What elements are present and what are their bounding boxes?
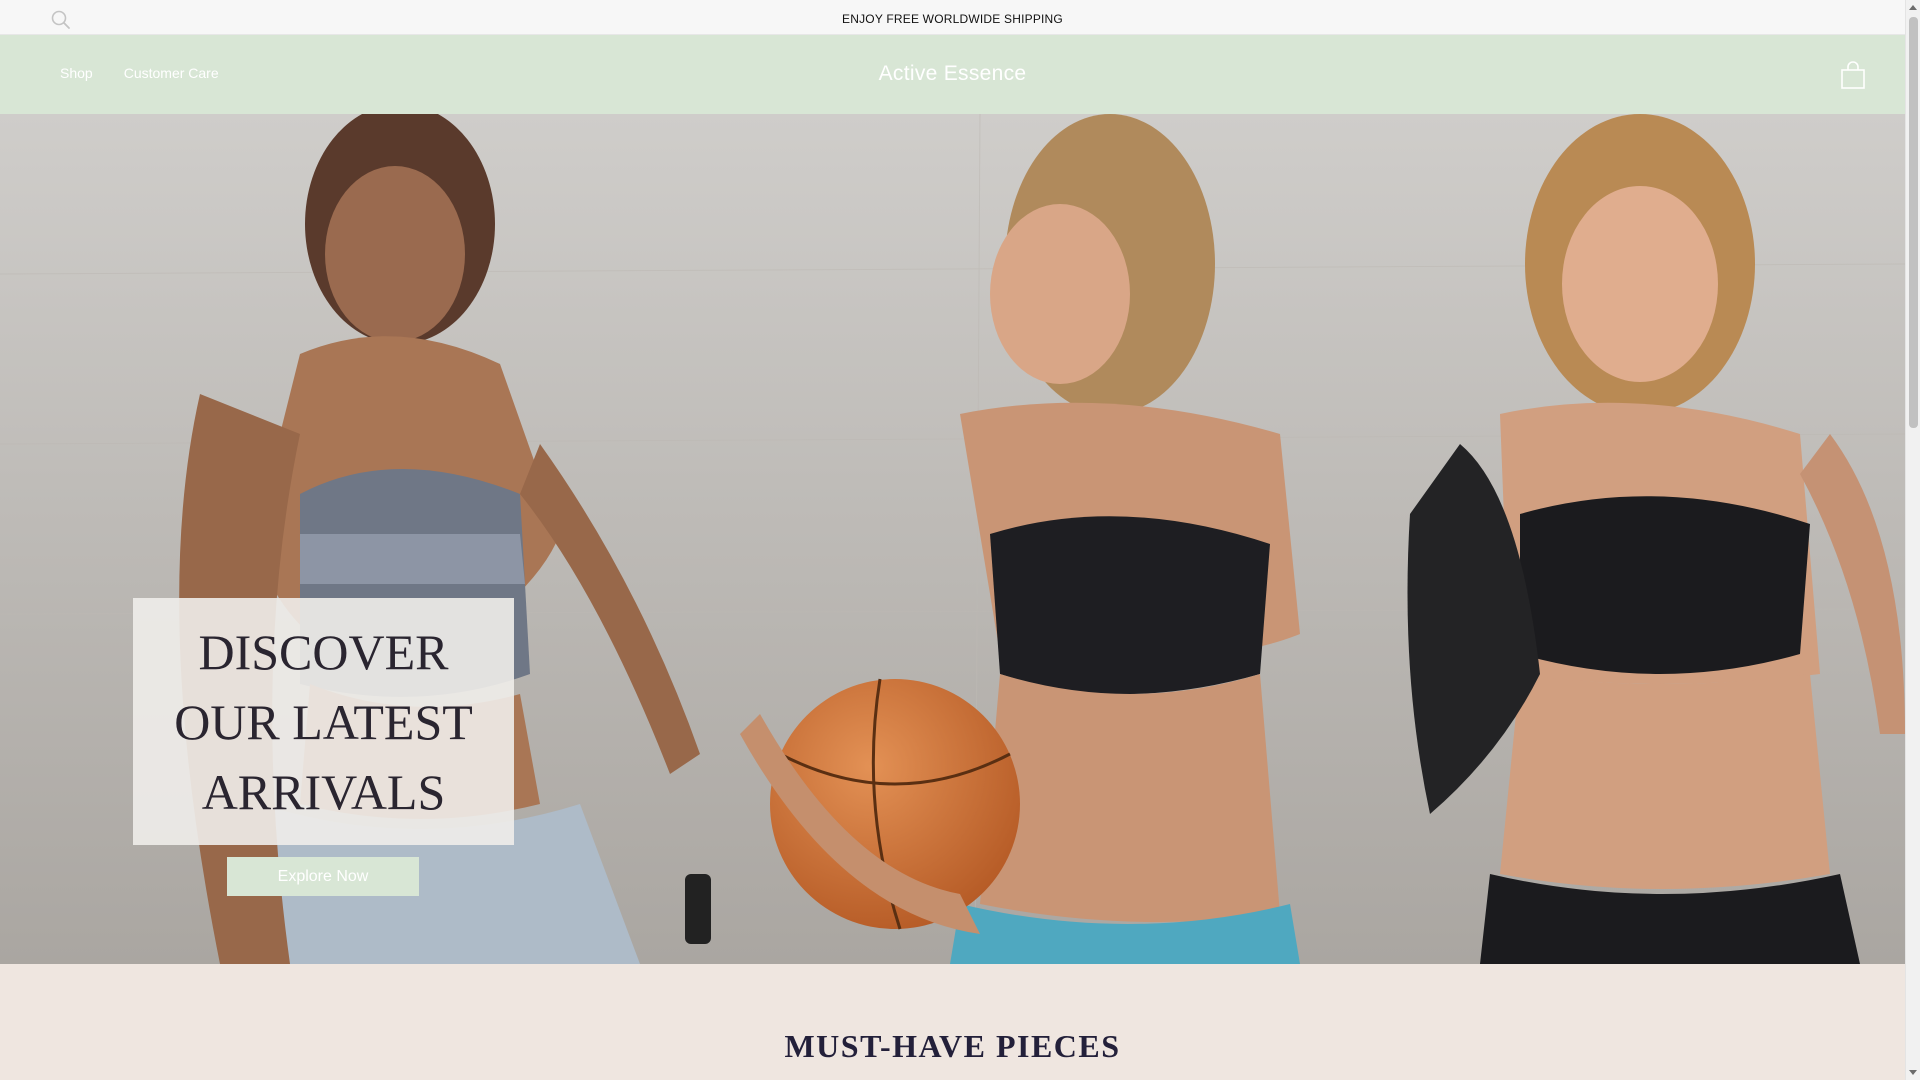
scrollbar-thumb[interactable] [1909, 17, 1918, 428]
hero-banner: DISCOVER OUR LATEST ARRIVALS Explore Now [0, 114, 1905, 964]
shopping-bag-icon[interactable] [1839, 61, 1867, 91]
scroll-up-arrow-icon[interactable] [1909, 5, 1917, 10]
announcement-text: ENJOY FREE WORLDWIDE SHIPPING [842, 12, 1063, 26]
scroll-down-arrow-icon[interactable] [1909, 1070, 1917, 1075]
hero-headline: DISCOVER OUR LATEST ARRIVALS [174, 623, 473, 820]
site-header: Shop Customer Care Active Essence [0, 35, 1905, 114]
explore-now-button[interactable]: Explore Now [227, 857, 419, 896]
must-have-pieces-heading: MUST-HAVE PIECES [784, 1028, 1121, 1064]
page-scrollbar[interactable] [1905, 0, 1920, 1080]
site-logo[interactable]: Active Essence [0, 62, 1905, 86]
promo-card: DISCOVER OUR LATEST ARRIVALS [133, 598, 514, 845]
announcement-bar: ENJOY FREE WORLDWIDE SHIPPING [0, 0, 1905, 35]
